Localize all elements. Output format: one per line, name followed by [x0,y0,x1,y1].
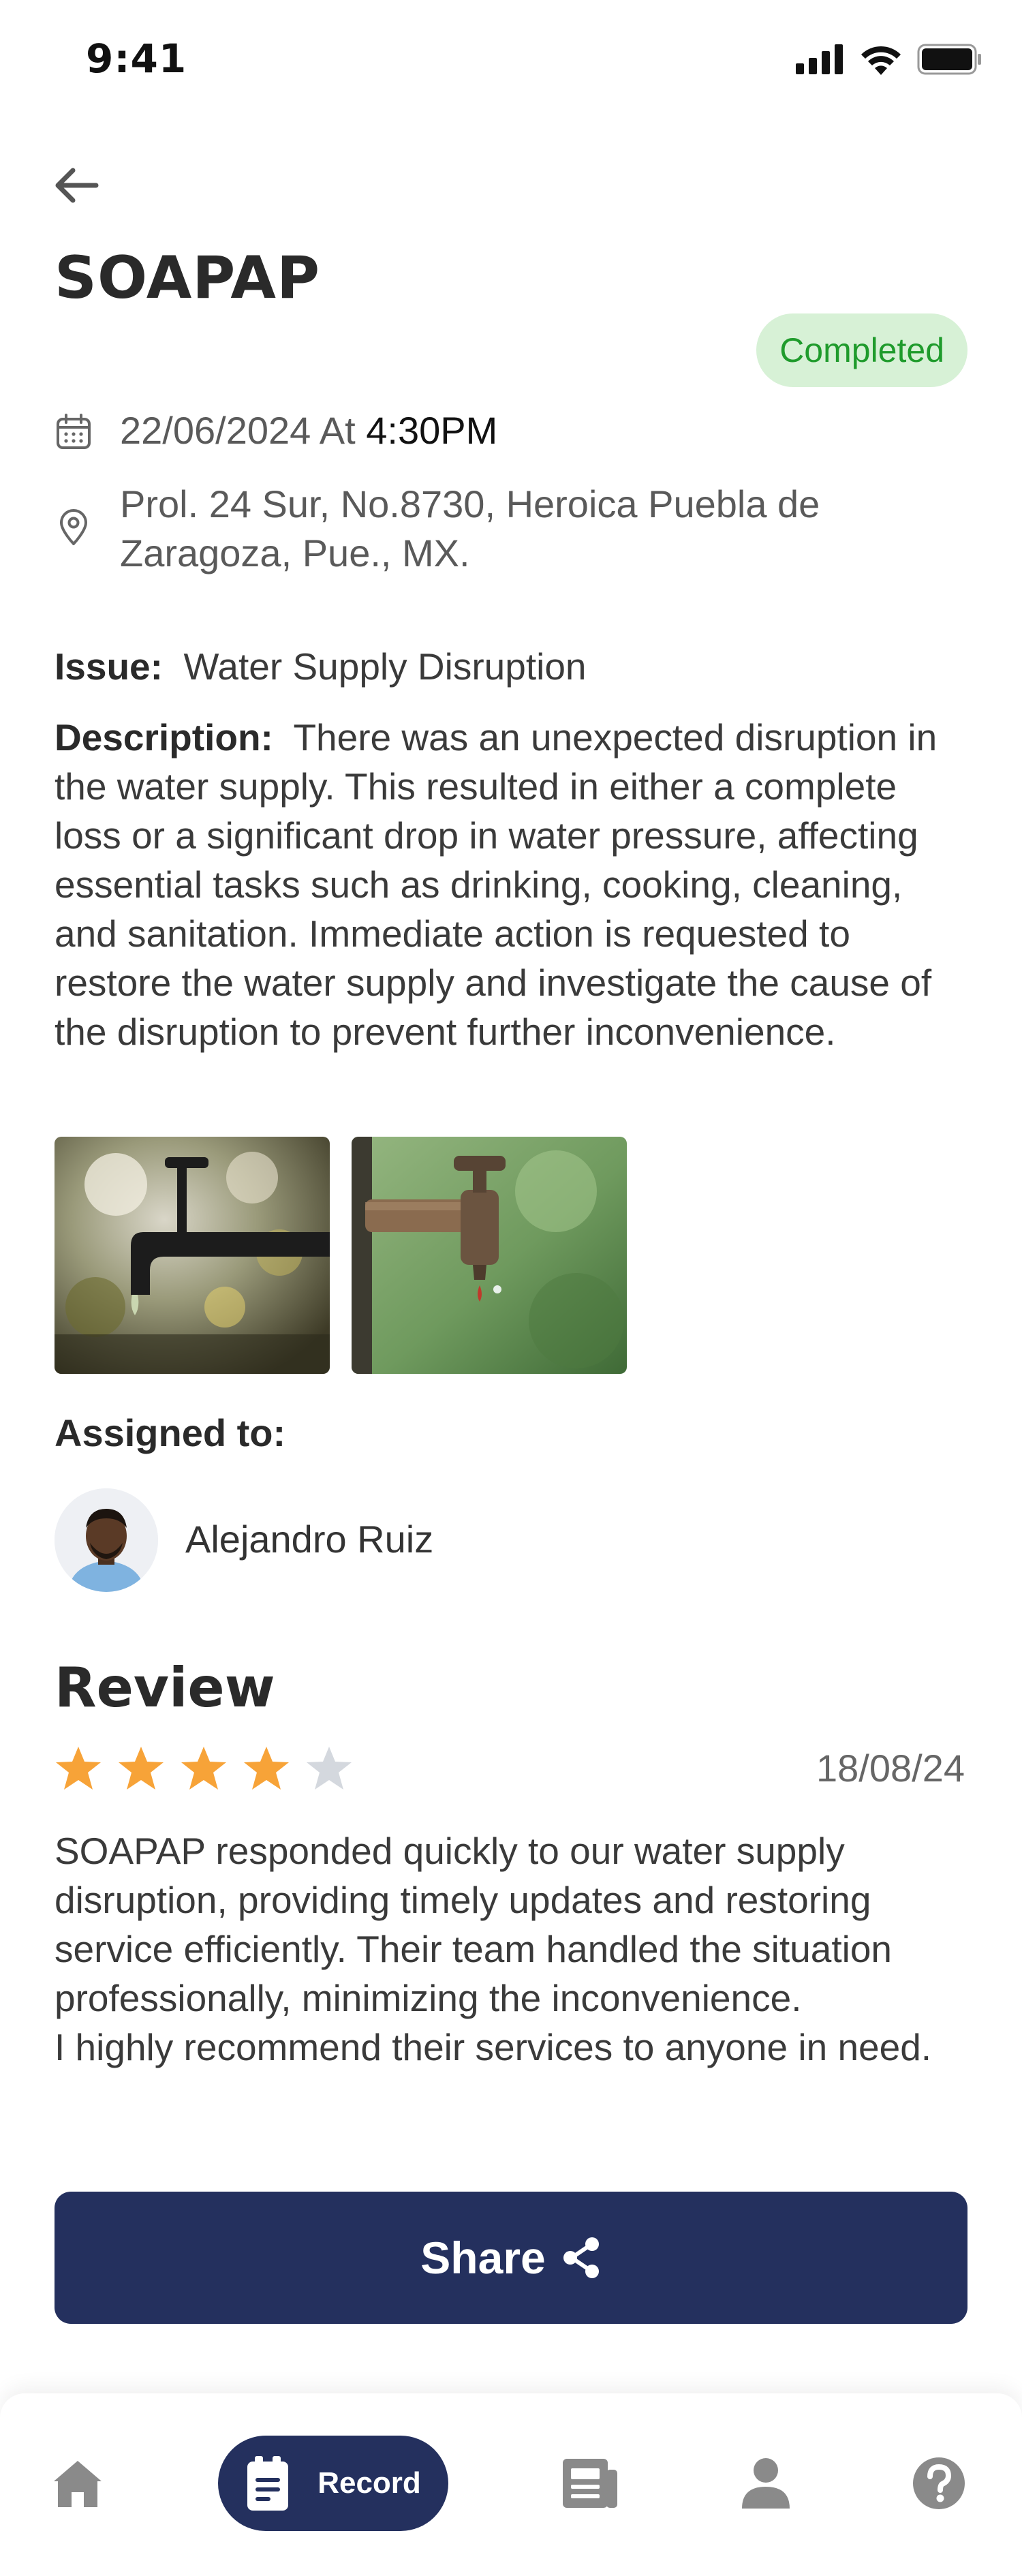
issue-photo-1[interactable] [55,1137,330,1374]
nav-record[interactable]: Record [218,2436,448,2531]
help-icon [913,2457,965,2509]
nav-home[interactable] [44,2436,112,2531]
wifi-icon [861,46,901,75]
share-label: Share [420,2233,546,2283]
page-title: SOAPAP [55,244,321,312]
star-icon [181,1747,226,1790]
status-badge: Completed [756,313,967,387]
news-icon [563,2459,617,2508]
review-date: 18/08/24 [816,1747,965,1790]
calendar-icon [57,414,91,449]
status-time: 9:41 [86,35,187,82]
review-title: Review [55,1656,275,1719]
nav-profile[interactable] [732,2436,800,2531]
star-icon [56,1747,101,1790]
star-icon [244,1747,289,1790]
nav-help[interactable] [905,2436,973,2531]
date-row: 22/06/2024 At 4:30PM [55,406,497,455]
address-line-2: Zaragoza, Pue., MX. [120,532,470,574]
location-pin-icon [60,509,87,545]
review-text-body: SOAPAP responded quickly to our water su… [55,1830,893,2019]
time-value: 4:30PM [366,409,498,452]
home-icon [54,2461,102,2507]
nav-news[interactable] [556,2436,624,2531]
share-icon [563,2237,599,2278]
assignee-name: Alejandro Ruiz [185,1518,434,1561]
star-empty-icon [307,1747,352,1790]
status-icons [796,44,982,75]
issue-label: Issue: [55,645,163,688]
status-bar: 9:41 [0,0,1022,123]
review-text-recommendation: I highly recommend their services to any… [55,2026,932,2068]
review-text: SOAPAP responded quickly to our water su… [55,1826,981,2072]
date-value: 22/06/2024 [120,409,311,452]
signal-icon [796,44,843,74]
description-label: Description: [55,716,273,758]
star-icon [119,1747,164,1790]
issue-row: Issue: Water Supply Disruption [55,642,967,691]
review-stars [55,1745,353,1792]
assigned-label: Assigned to: [55,1411,286,1454]
date-at: At [319,409,356,452]
battery-icon [917,44,981,75]
issue-photo-2[interactable] [352,1137,627,1374]
record-icon [247,2456,289,2511]
avatar [55,1488,158,1592]
description-block: Description: There was an unexpected dis… [55,713,967,1056]
user-icon [742,2458,790,2509]
nav-record-label: Record [318,2466,421,2500]
share-button[interactable]: Share [55,2192,967,2324]
location-row: Prol. 24 Sur, No.8730, Heroica Puebla de… [55,480,820,578]
back-button[interactable] [49,158,104,213]
address-line-1: Prol. 24 Sur, No.8730, Heroica Puebla de [120,482,820,525]
arrow-left-icon [55,168,99,203]
issue-value: Water Supply Disruption [183,645,587,688]
description-text: There was an unexpected disruption in th… [55,716,938,1053]
bottom-nav: Record [0,2393,1022,2576]
